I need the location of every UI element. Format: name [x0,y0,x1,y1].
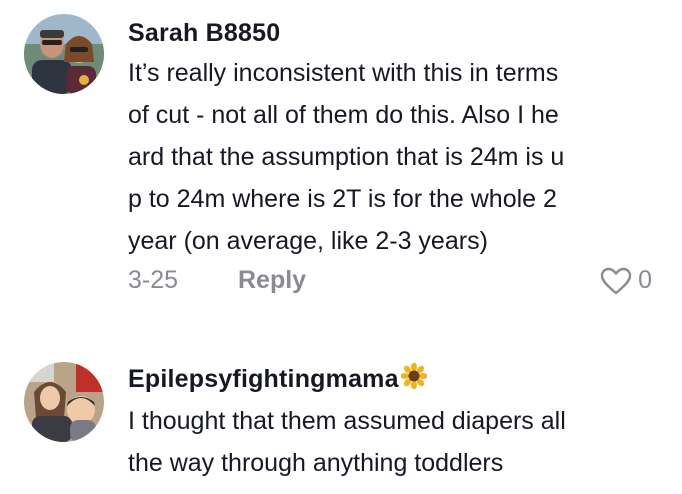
avatar[interactable] [24,362,104,442]
heart-icon [600,267,632,294]
comment-text-line: of cut - not all of them do this. Also I… [128,101,559,129]
comment-username[interactable]: Sarah B8850 [128,16,652,50]
comment-text: It’s really inconsistent with this in te… [128,52,652,262]
comment-username-text: Epilepsyfightingmama [128,365,399,393]
avatar[interactable] [24,14,104,94]
comment-text: I thought that them assumed diapers all … [128,400,652,484]
comment-text-line: year (on average, like 2-3 years) [128,227,488,255]
sunflower-icon [400,362,428,398]
reply-button[interactable]: Reply [238,266,306,295]
comment-text-line: p to 24m where is 2T is for the whole 2 [128,185,557,213]
comment-text-line: ard that the assumption that is 24m is u [128,143,565,171]
comment-body: Sarah B8850 It’s really inconsistent wit… [128,16,652,306]
comment-meta: 3-25 Reply 0 [128,266,652,306]
comment-text-line: I thought that them assumed diapers all [128,406,566,435]
comment-username[interactable]: Epilepsyfightingmama [128,362,652,398]
like-button[interactable]: 0 [600,266,652,295]
comment-text-line: the way through anything toddlers [128,448,504,477]
comment-body: Epilepsyfightingmama I thought that them… [128,362,652,484]
comment-date: 3-25 [128,266,179,294]
comment-text-line: It’s really inconsistent with this in te… [128,59,559,87]
like-count: 0 [638,266,652,294]
